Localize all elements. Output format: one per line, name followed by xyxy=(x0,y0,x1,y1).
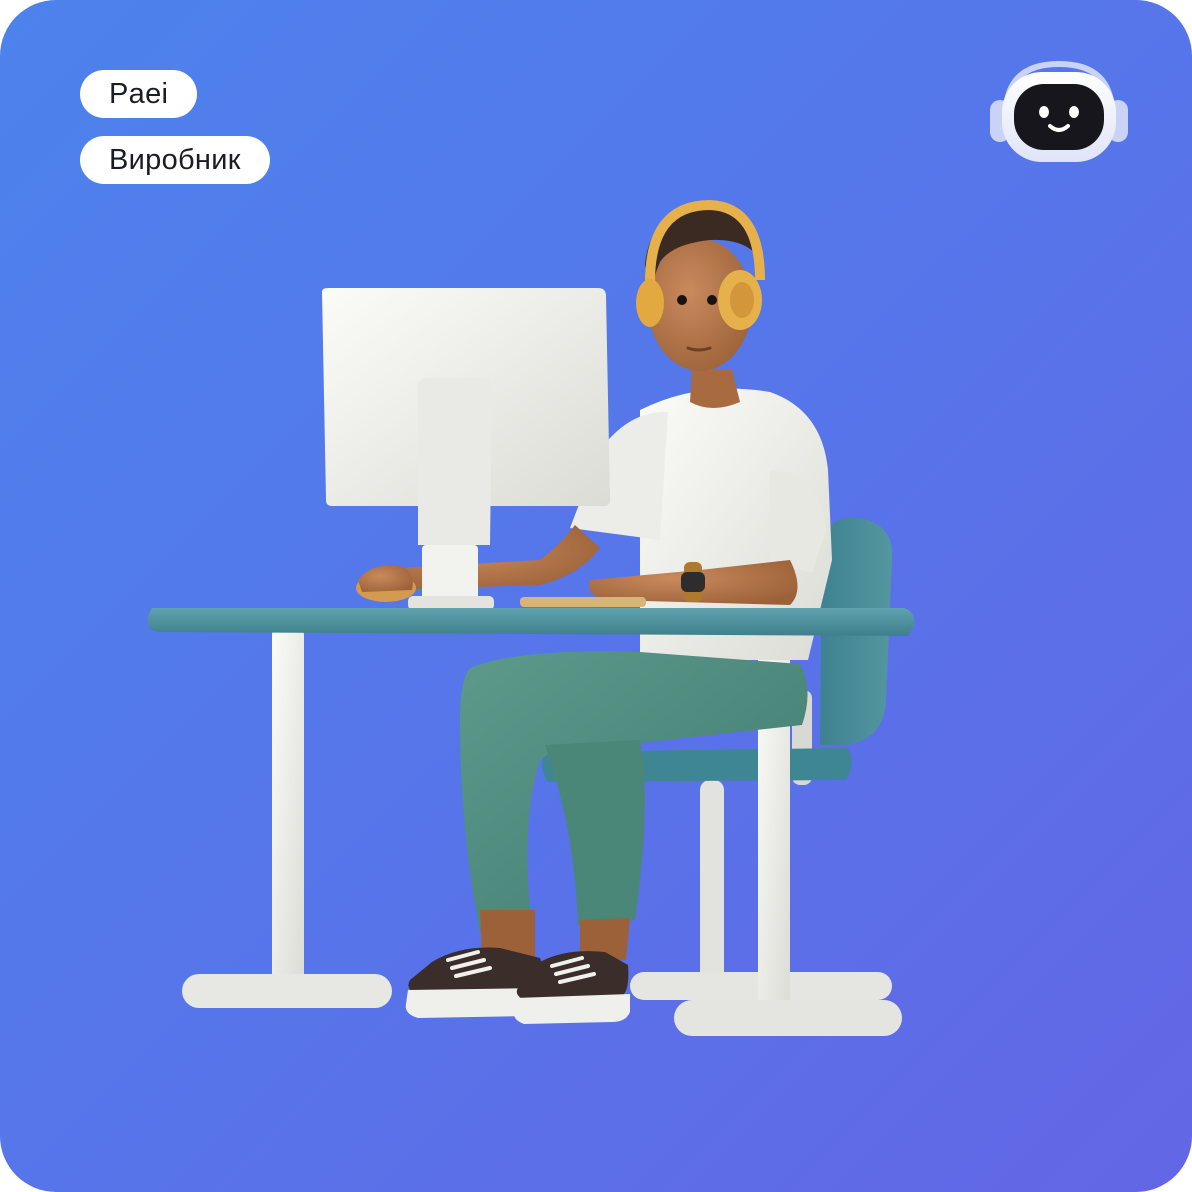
card: Paei Виробник xyxy=(0,0,1192,1192)
person-at-computer-illustration xyxy=(147,199,915,1036)
